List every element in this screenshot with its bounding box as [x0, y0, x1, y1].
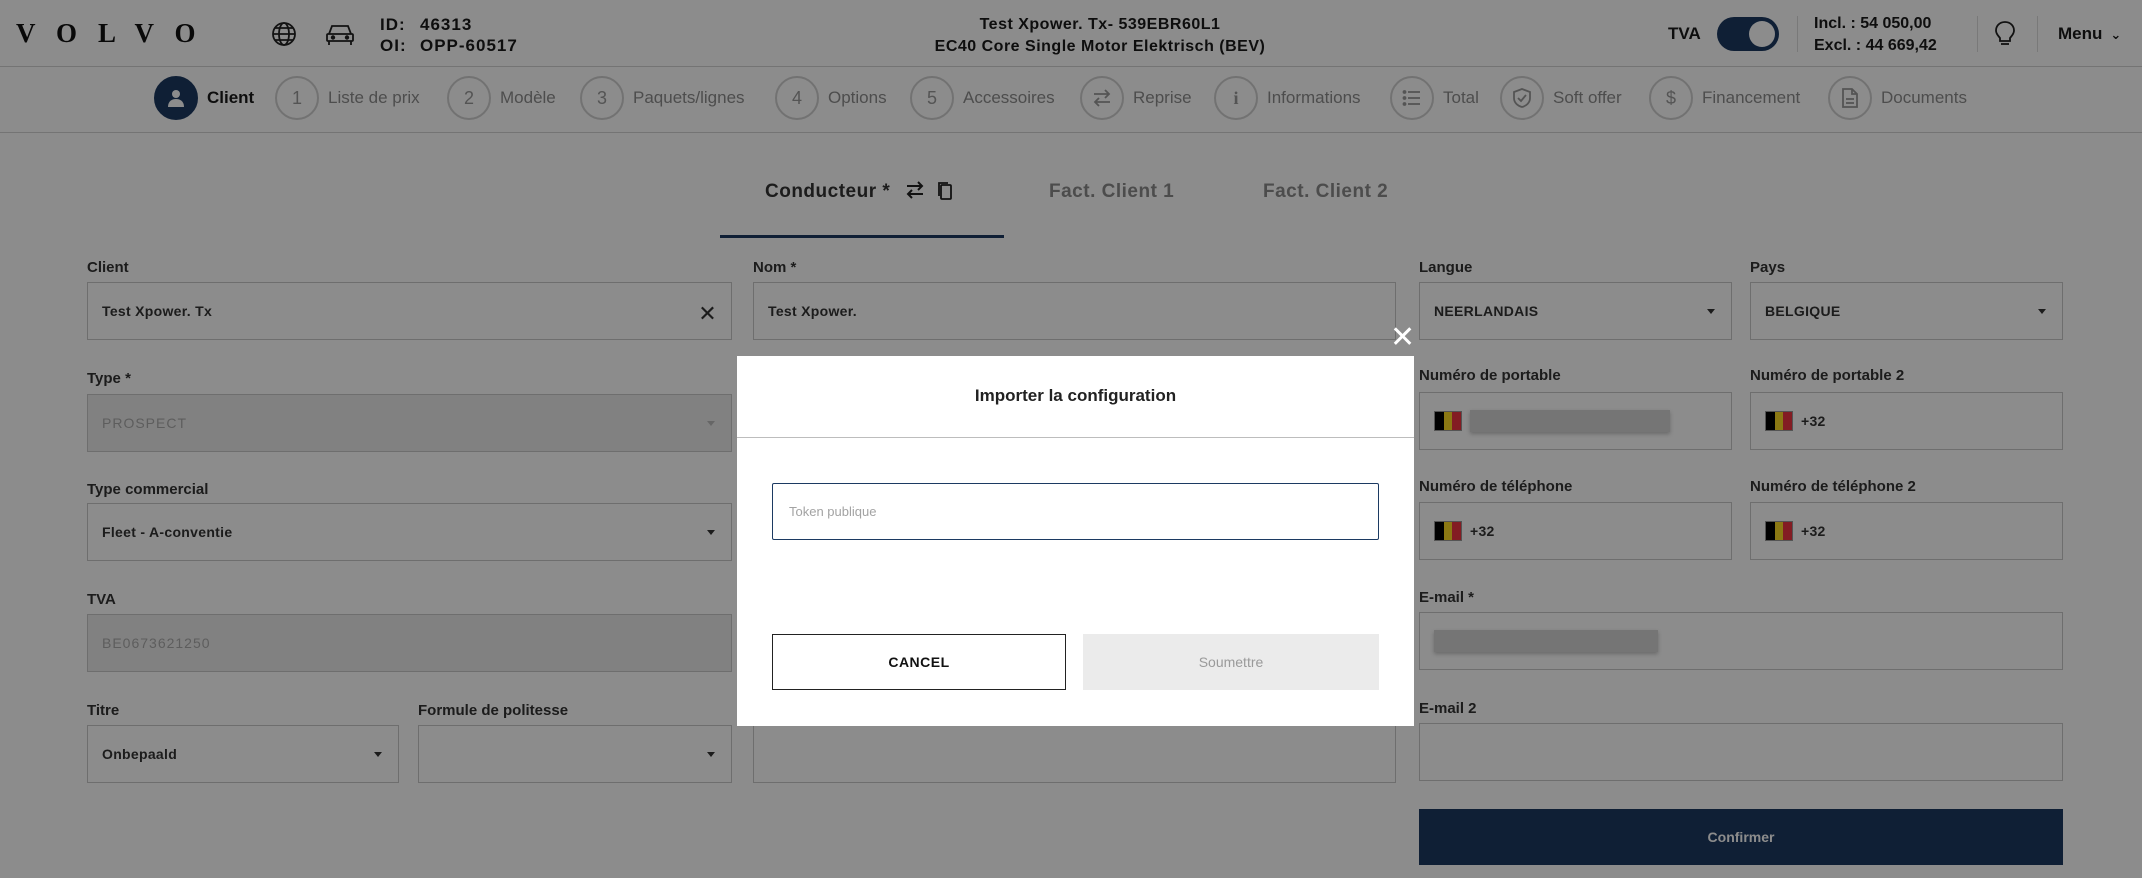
public-token-input[interactable] [772, 483, 1379, 540]
import-config-dialog: Importer la configuration CANCEL Soumett… [737, 356, 1414, 726]
cancel-button[interactable]: CANCEL [772, 634, 1066, 690]
dialog-divider [737, 437, 1414, 438]
dialog-title: Importer la configuration [974, 386, 1177, 405]
close-icon[interactable]: ✕ [1390, 323, 1415, 353]
submit-button[interactable]: Soumettre [1083, 634, 1379, 690]
